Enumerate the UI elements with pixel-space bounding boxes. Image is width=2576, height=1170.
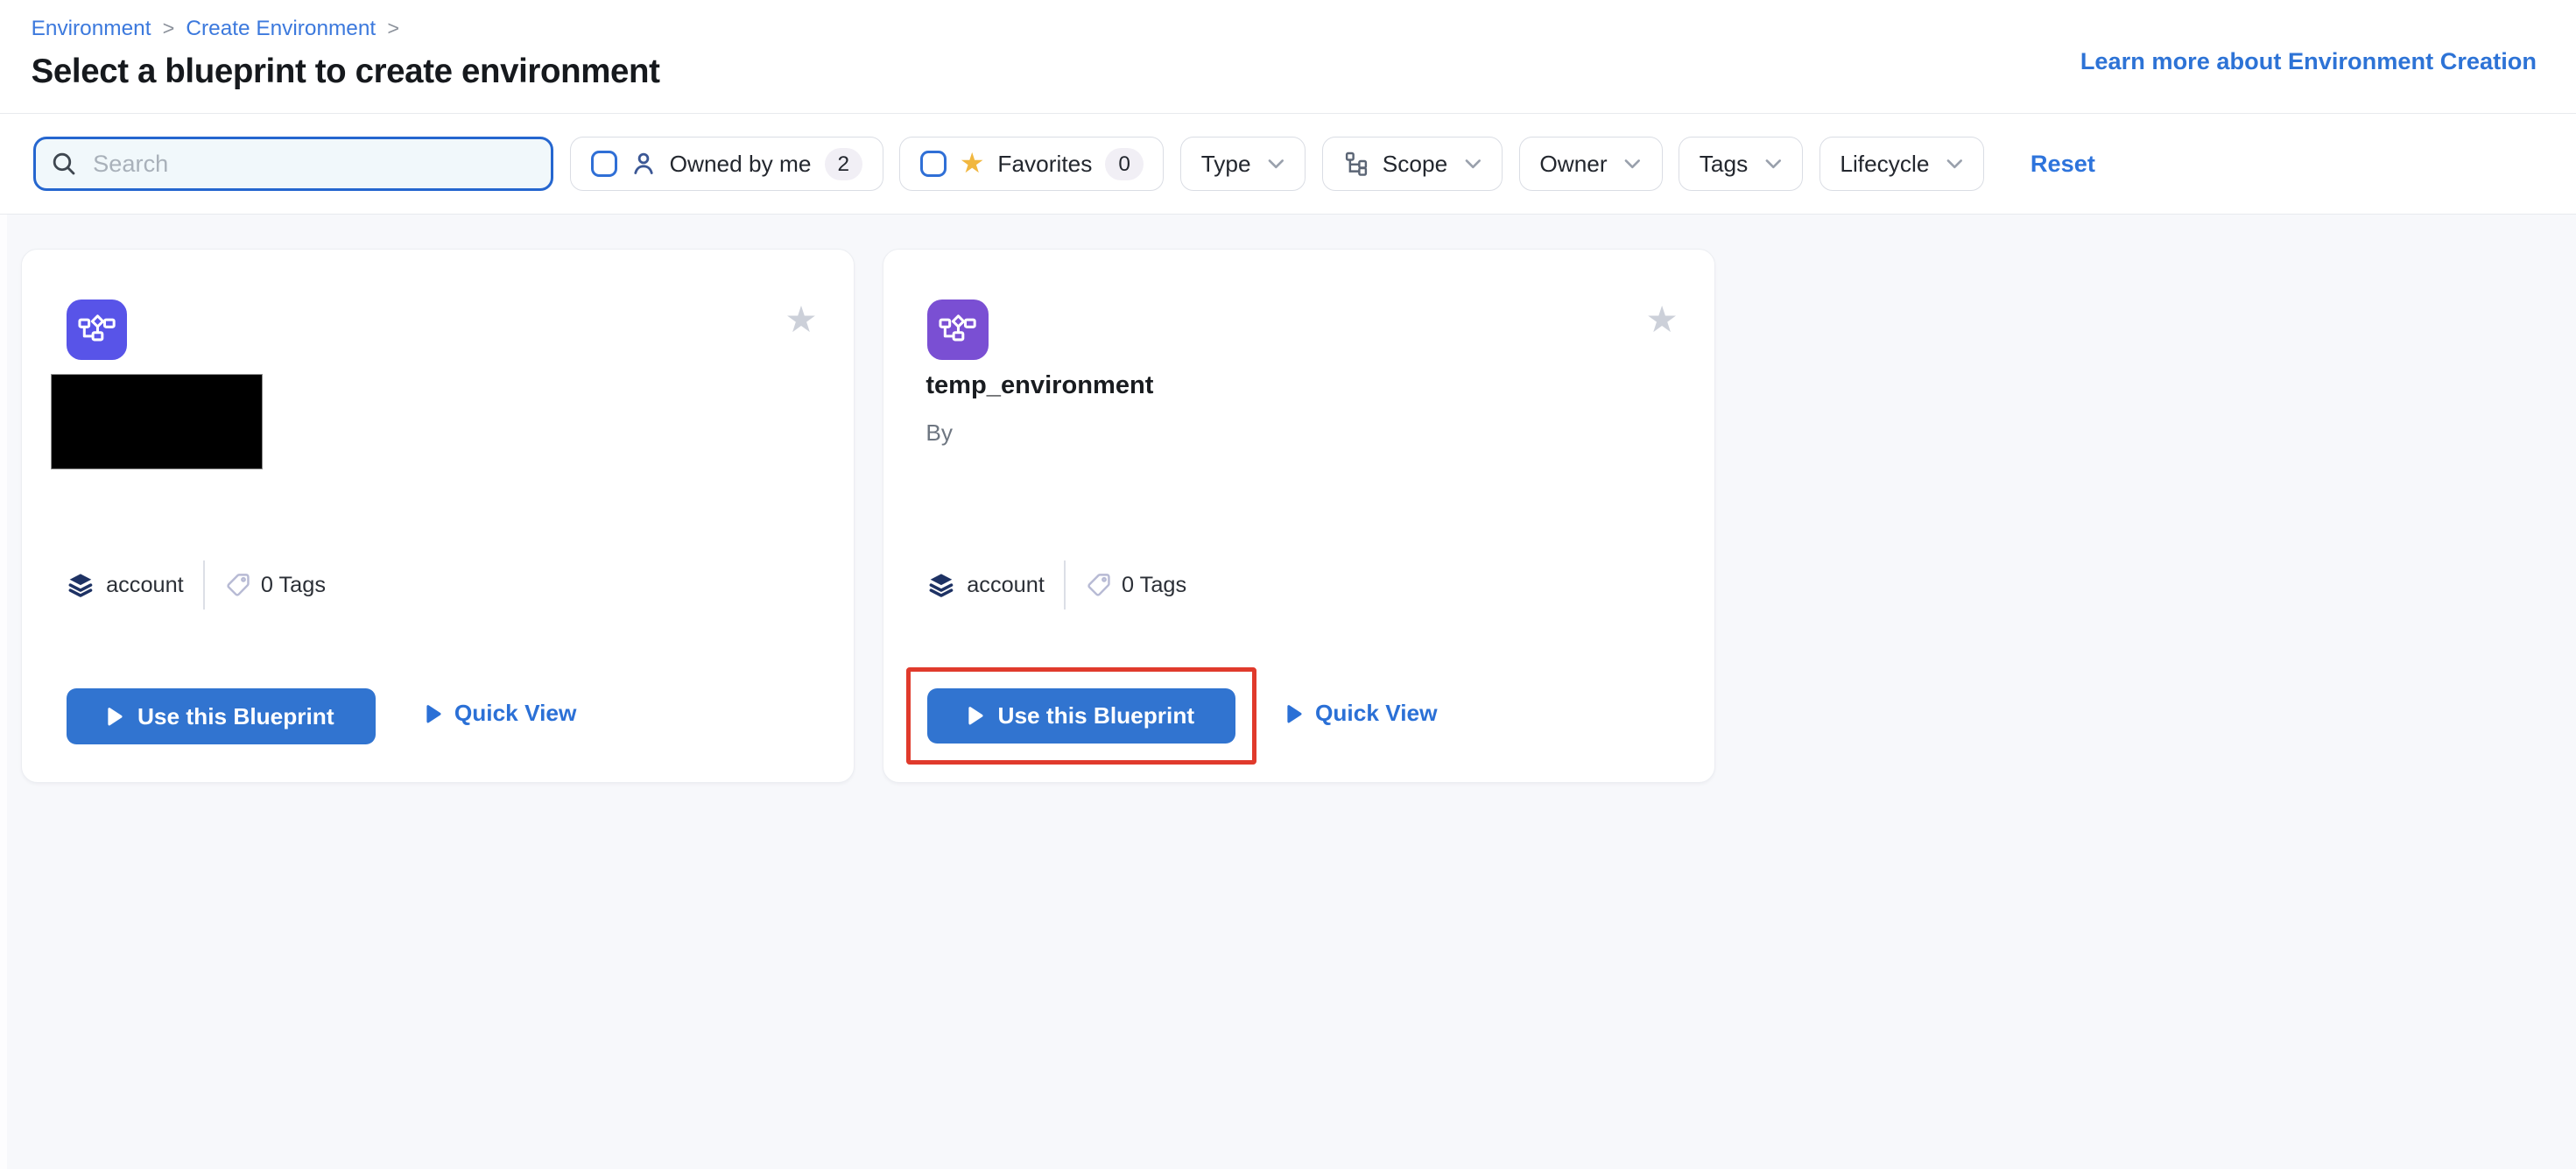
owned-by-me-filter[interactable]: Owned by me 2 [570, 137, 883, 191]
page-header: Environment > Create Environment > Selec… [0, 0, 2576, 114]
search-input[interactable] [89, 148, 534, 180]
blueprint-icon [927, 300, 988, 360]
quick-view-link[interactable]: Quick View [426, 700, 576, 727]
owner-dropdown-label: Owner [1539, 151, 1607, 178]
owned-by-me-count-badge: 2 [825, 148, 863, 180]
blueprint-icon [67, 300, 127, 360]
quick-view-link[interactable]: Quick View [1287, 700, 1437, 727]
play-icon [968, 706, 983, 726]
account-layers-icon [67, 573, 95, 597]
tags-dropdown[interactable]: Tags [1679, 137, 1803, 191]
search-box[interactable] [33, 137, 554, 191]
learn-more-link[interactable]: Learn more about Environment Creation [2080, 47, 2537, 75]
blueprint-meta: account 0 Tags [927, 560, 1186, 610]
page-title: Select a blueprint to create environment [32, 53, 660, 91]
account-layers-icon [927, 573, 955, 597]
chevron-down-icon [1464, 159, 1482, 170]
chevron-down-icon [1946, 159, 1964, 170]
favorites-label: Favorites [997, 151, 1092, 178]
chevron-down-icon [1623, 159, 1642, 170]
type-dropdown-label: Type [1201, 151, 1251, 178]
flowchart-icon [78, 314, 116, 345]
blueprint-grid: ★ account 0 Tags [0, 215, 2576, 1169]
quick-view-label: Quick View [1315, 700, 1438, 727]
filter-bar: Owned by me 2 ★ Favorites 0 Type Scope [0, 114, 2576, 214]
play-icon [108, 707, 123, 727]
chevron-down-icon [1267, 159, 1285, 170]
play-icon [426, 704, 441, 724]
flowchart-icon [939, 314, 976, 345]
tags-count-label: 0 Tags [1122, 573, 1186, 598]
tags-dropdown-label: Tags [1700, 151, 1748, 178]
favorites-filter[interactable]: ★ Favorites 0 [899, 137, 1164, 191]
use-this-blueprint-label: Use this Blueprint [997, 702, 1194, 729]
hierarchy-icon [1343, 151, 1369, 177]
highlight-annotation: Use this Blueprint [906, 667, 1256, 765]
owned-by-me-label: Owned by me [670, 151, 812, 178]
search-icon [52, 152, 76, 176]
scope-dropdown[interactable]: Scope [1322, 137, 1503, 191]
favorite-star-icon[interactable]: ★ [1646, 302, 1679, 338]
favorites-star-icon: ★ [960, 150, 985, 178]
breadcrumb-create-environment[interactable]: Create Environment [186, 17, 376, 41]
blueprint-name: temp_environment [926, 371, 1153, 400]
reset-filters-button[interactable]: Reset [2031, 150, 2095, 178]
scope-dropdown-label: Scope [1383, 151, 1447, 178]
use-this-blueprint-button[interactable]: Use this Blueprint [67, 688, 376, 744]
blueprint-card: ★ temp_environment By account 0 Tag [883, 249, 1715, 783]
favorites-checkbox[interactable] [920, 151, 947, 177]
blueprint-meta: account 0 Tags [67, 560, 326, 610]
blueprint-card: ★ account 0 Tags [21, 249, 854, 783]
tag-icon [225, 572, 251, 598]
owner-dropdown[interactable]: Owner [1519, 137, 1663, 191]
meta-divider [1064, 560, 1066, 610]
favorites-count-badge: 0 [1105, 148, 1144, 180]
breadcrumb-environment[interactable]: Environment [32, 17, 151, 41]
person-icon [630, 151, 657, 177]
use-this-blueprint-button[interactable]: Use this Blueprint [927, 688, 1236, 744]
meta-divider [203, 560, 205, 610]
breadcrumb-separator: > [387, 17, 399, 40]
blueprint-author: By [926, 419, 953, 447]
lifecycle-dropdown[interactable]: Lifecycle [1819, 137, 1985, 191]
blueprint-selection-page: Environment > Create Environment > Selec… [0, 0, 2576, 1170]
type-dropdown[interactable]: Type [1180, 137, 1306, 191]
tags-count-label: 0 Tags [261, 573, 326, 598]
lifecycle-dropdown-label: Lifecycle [1840, 151, 1929, 178]
use-this-blueprint-label: Use this Blueprint [137, 703, 334, 730]
breadcrumb-separator: > [163, 17, 175, 40]
tag-icon [1086, 572, 1112, 598]
owned-by-me-checkbox[interactable] [591, 151, 617, 177]
play-icon [1287, 704, 1302, 724]
favorite-star-icon[interactable]: ★ [785, 302, 817, 338]
quick-view-label: Quick View [454, 700, 577, 727]
chevron-down-icon [1764, 159, 1783, 170]
scope-label: account [106, 573, 184, 598]
breadcrumb: Environment > Create Environment > [32, 17, 399, 41]
redacted-blueprint-name [52, 375, 262, 469]
scope-label: account [967, 573, 1045, 598]
